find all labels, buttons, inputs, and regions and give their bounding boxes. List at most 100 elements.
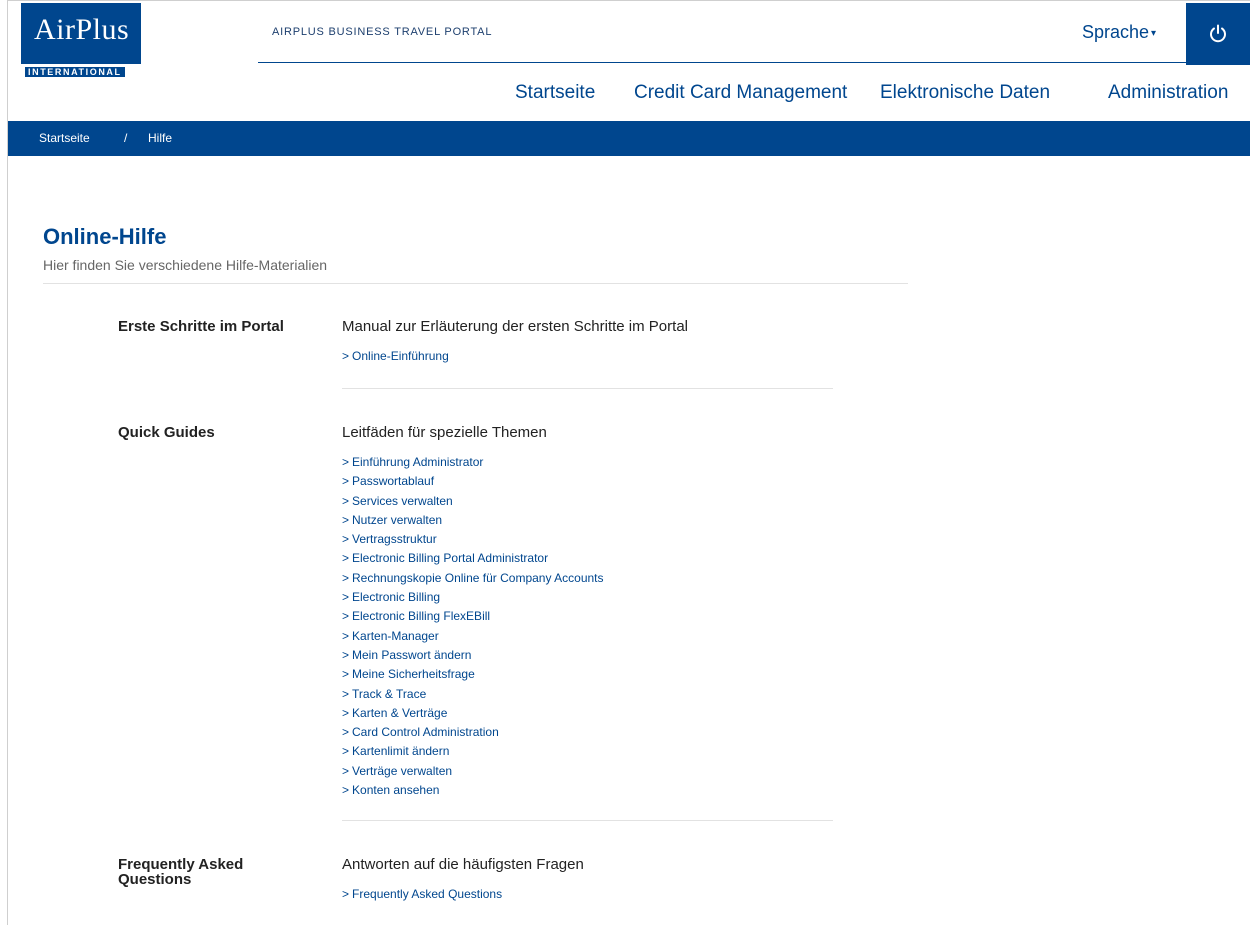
nav-item-administration[interactable]: Administration xyxy=(1108,82,1228,104)
chevron-right-icon: > xyxy=(342,628,350,643)
portal-title: AIRPLUS BUSINESS TRAVEL PORTAL xyxy=(272,26,493,38)
help-link[interactable]: > Electronic Billing Portal Administrator xyxy=(342,551,548,565)
breadcrumb-separator: / xyxy=(124,131,128,145)
list-item: > Track & Trace xyxy=(342,684,604,703)
list-item: > Card Control Administration xyxy=(342,722,604,741)
link-label: Card Control Administration xyxy=(352,725,499,740)
page-subtitle: Hier finden Sie verschiedene Hilfe-Mater… xyxy=(43,257,328,273)
section-description-erste-schritte: Manual zur Erläuterung der ersten Schrit… xyxy=(342,318,688,335)
chevron-right-icon: > xyxy=(342,349,350,363)
chevron-right-icon: > xyxy=(342,744,350,759)
breadcrumb-home[interactable]: Startseite xyxy=(39,131,90,145)
chevron-right-icon: > xyxy=(342,725,350,740)
logo-subtext: INTERNATIONAL xyxy=(25,67,125,77)
logout-button[interactable] xyxy=(1186,3,1250,65)
list-item: > Karten-Manager xyxy=(342,626,604,645)
list-item: > Passwortablauf xyxy=(342,471,604,490)
nav-item-elektronische-daten[interactable]: Elektronische Daten xyxy=(880,82,1050,104)
list-item: > Karten & Verträge xyxy=(342,703,604,722)
link-label: Online-Einführung xyxy=(352,349,449,363)
link-label: Electronic Billing Portal Administrator xyxy=(352,551,549,566)
section-divider xyxy=(342,820,833,821)
list-item: > Einführung Administrator xyxy=(342,452,604,471)
link-label: Track & Trace xyxy=(352,686,427,701)
nav-item-credit-card-management[interactable]: Credit Card Management xyxy=(634,82,847,104)
link-label: Konten ansehen xyxy=(352,783,440,798)
link-label: Nutzer verwalten xyxy=(352,512,443,527)
list-item: > Electronic Billing FlexEBill xyxy=(342,606,604,625)
help-link[interactable]: > Card Control Administration xyxy=(342,725,499,739)
link-label: Services verwalten xyxy=(352,493,453,508)
link-label: Frequently Asked Questions xyxy=(352,887,503,901)
help-link[interactable]: > Electronic Billing FlexEBill xyxy=(342,609,490,623)
section-divider xyxy=(342,388,833,389)
section-description-quick-guides: Leitfäden für spezielle Themen xyxy=(342,424,547,441)
link-label: Rechnungskopie Online für Company Accoun… xyxy=(352,570,604,585)
help-link[interactable]: > Rechnungskopie Online für Company Accou… xyxy=(342,571,604,585)
section-label-faq: Frequently Asked Questions xyxy=(118,856,244,888)
breadcrumb: Startseite / Hilfe xyxy=(8,121,1250,156)
list-item: > Nutzer verwalten xyxy=(342,510,604,529)
link-label: Kartenlimit ändern xyxy=(352,744,450,759)
list-item: > Rechnungskopie Online für Company Accou… xyxy=(342,568,604,587)
link-label: Karten & Verträge xyxy=(352,705,448,720)
chevron-right-icon: > xyxy=(342,493,350,508)
list-item: > Meine Sicherheitsfrage xyxy=(342,664,604,683)
chevron-right-icon: > xyxy=(342,474,350,489)
chevron-right-icon: > xyxy=(342,570,350,585)
link-label: Vertragsstruktur xyxy=(352,532,437,547)
help-link[interactable]: > Vertragsstruktur xyxy=(342,532,437,546)
list-item: > Mein Passwort ändern xyxy=(342,645,604,664)
chevron-right-icon: > xyxy=(342,783,350,798)
list-item: > Verträge verwalten xyxy=(342,761,604,780)
window-top-border xyxy=(7,0,1250,1)
chevron-right-icon: > xyxy=(342,887,350,901)
help-link[interactable]: > Frequently Asked Questions xyxy=(342,887,502,901)
link-list-erste-schritte: > Online-Einführung xyxy=(342,346,449,365)
language-label: Sprache xyxy=(1082,22,1150,42)
airplus-logo[interactable]: AirPlus INTERNATIONAL xyxy=(21,3,141,77)
link-label: Electronic Billing xyxy=(352,590,441,605)
help-link[interactable]: > Karten & Verträge xyxy=(342,706,447,720)
help-link[interactable]: > Passwortablauf xyxy=(342,474,434,488)
link-label: Verträge verwalten xyxy=(352,763,453,778)
list-item: > Online-Einführung xyxy=(342,346,449,365)
link-list-faq: > Frequently Asked Questions xyxy=(342,884,502,903)
list-item: > Kartenlimit ändern xyxy=(342,741,604,760)
caret-down-icon: ▾ xyxy=(1151,27,1157,39)
help-link[interactable]: > Kartenlimit ändern xyxy=(342,744,449,758)
chevron-right-icon: > xyxy=(342,647,350,662)
nav-item-startseite[interactable]: Startseite xyxy=(515,82,595,104)
list-item: > Vertragsstruktur xyxy=(342,529,604,548)
list-item: > Electronic Billing Portal Administrator xyxy=(342,548,604,567)
header-divider xyxy=(258,62,1188,63)
title-divider xyxy=(43,283,908,284)
power-icon xyxy=(1210,24,1226,43)
link-label: Electronic Billing FlexEBill xyxy=(352,609,491,624)
help-link[interactable]: > Services verwalten xyxy=(342,494,453,508)
link-label: Mein Passwort ändern xyxy=(352,647,472,662)
help-link[interactable]: > Karten-Manager xyxy=(342,629,439,643)
chevron-right-icon: > xyxy=(342,667,350,682)
chevron-right-icon: > xyxy=(342,512,350,527)
help-link[interactable]: > Electronic Billing xyxy=(342,590,440,604)
logo-text: AirPlus xyxy=(34,13,130,46)
help-link[interactable]: > Track & Trace xyxy=(342,687,426,701)
chevron-right-icon: > xyxy=(342,532,350,547)
help-link[interactable]: > Meine Sicherheitsfrage xyxy=(342,667,475,681)
help-link[interactable]: > Online-Einführung xyxy=(342,349,449,363)
chevron-right-icon: > xyxy=(342,686,350,701)
help-link[interactable]: > Verträge verwalten xyxy=(342,764,452,778)
help-link[interactable]: > Mein Passwort ändern xyxy=(342,648,471,662)
help-link[interactable]: > Nutzer verwalten xyxy=(342,513,442,527)
list-item: > Electronic Billing xyxy=(342,587,604,606)
language-dropdown[interactable]: Sprache ▾ xyxy=(1082,22,1156,43)
section-label-erste-schritte: Erste Schritte im Portal xyxy=(118,318,284,335)
section-description-faq: Antworten auf die häufigsten Fragen xyxy=(342,856,584,873)
list-item: > Konten ansehen xyxy=(342,780,604,799)
link-label: Karten-Manager xyxy=(352,628,439,643)
link-label: Passwortablauf xyxy=(352,474,435,489)
help-link[interactable]: > Konten ansehen xyxy=(342,783,439,797)
page-title: Online-Hilfe xyxy=(43,224,167,249)
help-link[interactable]: > Einführung Administrator xyxy=(342,455,483,469)
